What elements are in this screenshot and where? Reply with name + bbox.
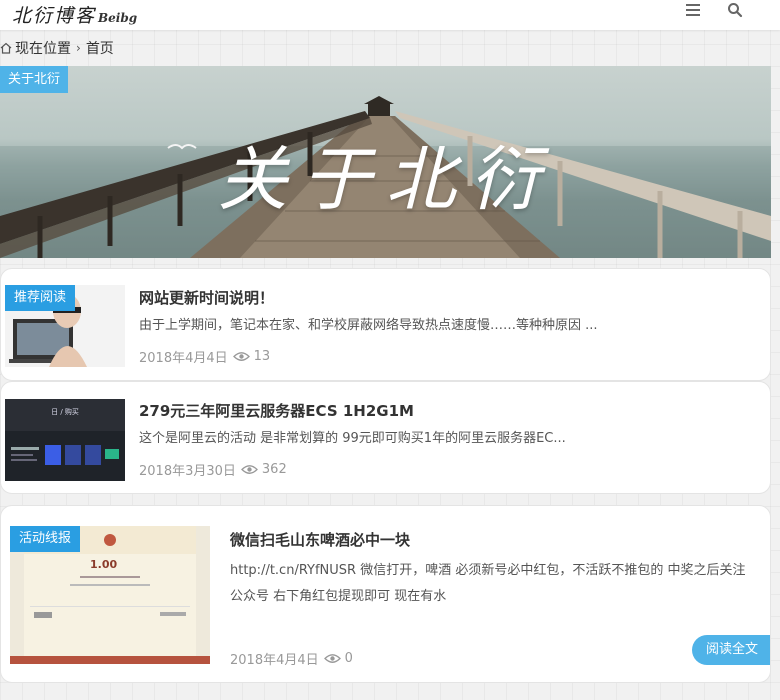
breadcrumb-home-link[interactable]: 首页	[86, 38, 114, 58]
thumbnail-amount: 1.00	[90, 558, 118, 571]
eye-icon	[323, 654, 341, 663]
post-date: 2018年3月30日	[139, 464, 236, 479]
post-meta: 2018年3月30日 362	[139, 460, 287, 479]
thumbnail-caption: 日 / 购买	[51, 408, 79, 416]
post-thumbnail[interactable]: 日 / 购买	[5, 399, 125, 481]
post-title[interactable]: 微信扫毛山东啤酒必中一块	[230, 529, 410, 550]
post-title[interactable]: 网站更新时间说明！	[139, 287, 274, 308]
post-title[interactable]: 279元三年阿里云服务器ECS 1H2G1M	[139, 400, 414, 421]
featured-banner[interactable]: 关于北衍 关于北衍	[0, 66, 771, 258]
post-excerpt: 由于上学期间，笔记本在家、和学校屏蔽网络导致热点速度慢……等种种原因 ...	[139, 318, 598, 333]
site-header: 北衍博客 Beibg	[0, 0, 780, 30]
post-views: 0	[344, 651, 353, 666]
post-thumbnail[interactable]: 1.00 活动线报	[10, 526, 210, 664]
post-meta: 2018年4月4日 13	[139, 347, 270, 366]
chevron-right-icon: ›	[76, 41, 81, 55]
site-logo[interactable]: 北衍博客 Beibg	[12, 1, 137, 28]
post-card[interactable]: 1.00 活动线报 微信扫毛山东啤酒必中一块 http://t.cn/RYfNU…	[0, 505, 771, 683]
menu-icon[interactable]	[686, 4, 700, 16]
logo-en-text: Beibg	[98, 11, 138, 25]
breadcrumb-current-label: 现在位置	[15, 41, 71, 57]
post-card[interactable]: 推荐阅读 网站更新时间说明！ 由于上学期间，笔记本在家、和学校屏蔽网络导致热点速…	[0, 268, 771, 381]
post-category-tag[interactable]: 活动线报	[10, 526, 81, 552]
banner-category-tag[interactable]: 关于北衍	[0, 66, 69, 93]
post-views: 362	[261, 462, 287, 477]
post-card[interactable]: 日 / 购买 279元三年阿里云服务器ECS 1H2G1M 这个是阿里云的活动 …	[0, 381, 771, 494]
home-icon	[0, 42, 12, 54]
eye-icon	[240, 465, 258, 474]
breadcrumb: 现在位置 › 首页	[0, 38, 114, 58]
search-icon[interactable]	[727, 2, 743, 18]
post-meta: 2018年4月4日 0	[230, 649, 353, 668]
post-excerpt: http://t.cn/RYfNUSR 微信打开，啤酒 必须新号必中红包，不活跃…	[230, 563, 746, 604]
banner-title: 关于北衍	[217, 138, 554, 221]
post-category-tag[interactable]: 推荐阅读	[5, 285, 76, 311]
post-views: 13	[253, 349, 271, 364]
post-date: 2018年4月4日	[139, 351, 228, 366]
post-thumbnail[interactable]: 推荐阅读	[5, 285, 125, 367]
logo-text: 北衍博客	[12, 5, 97, 27]
post-excerpt: 这个是阿里云的活动 是非常划算的 99元即可购买1年的阿里云服务器EC...	[139, 431, 566, 446]
post-date: 2018年4月4日	[230, 653, 319, 668]
read-more-button[interactable]: 阅读全文	[692, 635, 770, 665]
eye-icon	[232, 352, 250, 361]
